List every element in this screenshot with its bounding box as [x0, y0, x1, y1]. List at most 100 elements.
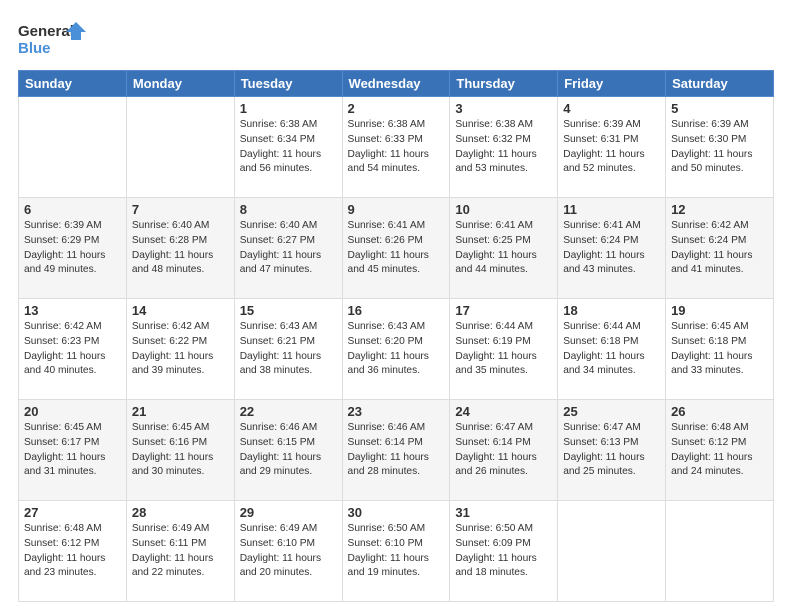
day-info: Sunrise: 6:48 AM Sunset: 6:12 PM Dayligh… — [24, 522, 121, 581]
calendar-cell: 29 Sunrise: 6:49 AM Sunset: 6:10 PM Dayli… — [234, 501, 342, 602]
day-info: Sunrise: 6:42 AM Sunset: 6:22 PM Dayligh… — [132, 320, 229, 379]
day-header-thursday: Thursday — [450, 71, 558, 97]
day-number: 12 — [671, 202, 768, 217]
calendar-cell: 8 Sunrise: 6:40 AM Sunset: 6:27 PM Daylig… — [234, 198, 342, 299]
calendar-cell: 13 Sunrise: 6:42 AM Sunset: 6:23 PM Dayli… — [19, 299, 127, 400]
day-number: 22 — [240, 404, 337, 419]
day-header-wednesday: Wednesday — [342, 71, 450, 97]
calendar-cell: 14 Sunrise: 6:42 AM Sunset: 6:22 PM Dayli… — [126, 299, 234, 400]
calendar-cell — [666, 501, 774, 602]
day-info: Sunrise: 6:47 AM Sunset: 6:13 PM Dayligh… — [563, 421, 660, 480]
calendar-cell: 20 Sunrise: 6:45 AM Sunset: 6:17 PM Dayli… — [19, 400, 127, 501]
day-number: 31 — [455, 505, 552, 520]
day-info: Sunrise: 6:44 AM Sunset: 6:18 PM Dayligh… — [563, 320, 660, 379]
calendar-cell: 26 Sunrise: 6:48 AM Sunset: 6:12 PM Dayli… — [666, 400, 774, 501]
calendar-cell: 7Sunrise: 6:40 AM Sunset: 6:28 PM Daylig… — [126, 198, 234, 299]
day-info: Sunrise: 6:40 AM Sunset: 6:28 PM Dayligh… — [132, 219, 229, 278]
day-info: Sunrise: 6:44 AM Sunset: 6:19 PM Dayligh… — [455, 320, 552, 379]
day-number: 9 — [348, 202, 445, 217]
day-number: 2 — [348, 101, 445, 116]
day-number: 5 — [671, 101, 768, 116]
day-number: 23 — [348, 404, 445, 419]
calendar-cell: 15 Sunrise: 6:43 AM Sunset: 6:21 PM Dayli… — [234, 299, 342, 400]
calendar-week-2: 6 Sunrise: 6:39 AM Sunset: 6:29 PM Daylig… — [19, 198, 774, 299]
day-info: Sunrise: 6:45 AM Sunset: 6:17 PM Dayligh… — [24, 421, 121, 480]
day-info: Sunrise: 6:38 AM Sunset: 6:32 PM Dayligh… — [455, 118, 552, 177]
logo-svg: General Blue — [18, 18, 88, 60]
day-info: Sunrise: 6:39 AM Sunset: 6:29 PM Dayligh… — [24, 219, 121, 278]
day-info: Sunrise: 6:43 AM Sunset: 6:20 PM Dayligh… — [348, 320, 445, 379]
day-info: Sunrise: 6:50 AM Sunset: 6:10 PM Dayligh… — [348, 522, 445, 581]
calendar-cell: 1Sunrise: 6:38 AM Sunset: 6:34 PM Daylig… — [234, 97, 342, 198]
day-header-tuesday: Tuesday — [234, 71, 342, 97]
calendar-cell: 12 Sunrise: 6:42 AM Sunset: 6:24 PM Dayli… — [666, 198, 774, 299]
day-info: Sunrise: 6:43 AM Sunset: 6:21 PM Dayligh… — [240, 320, 337, 379]
calendar-cell: 25Sunrise: 6:47 AM Sunset: 6:13 PM Dayli… — [558, 400, 666, 501]
day-header-sunday: Sunday — [19, 71, 127, 97]
day-info: Sunrise: 6:42 AM Sunset: 6:24 PM Dayligh… — [671, 219, 768, 278]
calendar-cell: 9 Sunrise: 6:41 AM Sunset: 6:26 PM Daylig… — [342, 198, 450, 299]
day-header-monday: Monday — [126, 71, 234, 97]
day-number: 20 — [24, 404, 121, 419]
logo: General Blue — [18, 18, 88, 60]
calendar-table: SundayMondayTuesdayWednesdayThursdayFrid… — [18, 70, 774, 602]
day-info: Sunrise: 6:38 AM Sunset: 6:34 PM Dayligh… — [240, 118, 337, 177]
day-number: 13 — [24, 303, 121, 318]
day-info: Sunrise: 6:42 AM Sunset: 6:23 PM Dayligh… — [24, 320, 121, 379]
day-info: Sunrise: 6:50 AM Sunset: 6:09 PM Dayligh… — [455, 522, 552, 581]
calendar-cell — [19, 97, 127, 198]
day-info: Sunrise: 6:45 AM Sunset: 6:18 PM Dayligh… — [671, 320, 768, 379]
day-number: 19 — [671, 303, 768, 318]
calendar-cell: 24 Sunrise: 6:47 AM Sunset: 6:14 PM Dayli… — [450, 400, 558, 501]
day-number: 4 — [563, 101, 660, 116]
calendar-week-1: 1Sunrise: 6:38 AM Sunset: 6:34 PM Daylig… — [19, 97, 774, 198]
day-number: 24 — [455, 404, 552, 419]
day-number: 27 — [24, 505, 121, 520]
day-number: 11 — [563, 202, 660, 217]
calendar-cell: 28Sunrise: 6:49 AM Sunset: 6:11 PM Dayli… — [126, 501, 234, 602]
calendar-cell: 5 Sunrise: 6:39 AM Sunset: 6:30 PM Daylig… — [666, 97, 774, 198]
calendar-week-3: 13 Sunrise: 6:42 AM Sunset: 6:23 PM Dayli… — [19, 299, 774, 400]
day-info: Sunrise: 6:40 AM Sunset: 6:27 PM Dayligh… — [240, 219, 337, 278]
page: General Blue SundayMondayTuesdayWednesda… — [0, 0, 792, 612]
day-info: Sunrise: 6:38 AM Sunset: 6:33 PM Dayligh… — [348, 118, 445, 177]
calendar-cell: 10Sunrise: 6:41 AM Sunset: 6:25 PM Dayli… — [450, 198, 558, 299]
calendar-cell: 6 Sunrise: 6:39 AM Sunset: 6:29 PM Daylig… — [19, 198, 127, 299]
day-number: 17 — [455, 303, 552, 318]
day-info: Sunrise: 6:41 AM Sunset: 6:24 PM Dayligh… — [563, 219, 660, 278]
day-number: 8 — [240, 202, 337, 217]
day-number: 26 — [671, 404, 768, 419]
day-number: 3 — [455, 101, 552, 116]
header: General Blue — [18, 18, 774, 60]
calendar-week-4: 20 Sunrise: 6:45 AM Sunset: 6:17 PM Dayli… — [19, 400, 774, 501]
day-number: 15 — [240, 303, 337, 318]
day-number: 30 — [348, 505, 445, 520]
day-info: Sunrise: 6:48 AM Sunset: 6:12 PM Dayligh… — [671, 421, 768, 480]
calendar-cell: 4 Sunrise: 6:39 AM Sunset: 6:31 PM Daylig… — [558, 97, 666, 198]
svg-text:General: General — [18, 23, 74, 40]
day-info: Sunrise: 6:39 AM Sunset: 6:31 PM Dayligh… — [563, 118, 660, 177]
calendar-cell: 21Sunrise: 6:45 AM Sunset: 6:16 PM Dayli… — [126, 400, 234, 501]
day-info: Sunrise: 6:45 AM Sunset: 6:16 PM Dayligh… — [132, 421, 229, 480]
day-info: Sunrise: 6:46 AM Sunset: 6:15 PM Dayligh… — [240, 421, 337, 480]
day-number: 16 — [348, 303, 445, 318]
day-number: 6 — [24, 202, 121, 217]
day-info: Sunrise: 6:49 AM Sunset: 6:10 PM Dayligh… — [240, 522, 337, 581]
day-header-saturday: Saturday — [666, 71, 774, 97]
calendar-cell — [126, 97, 234, 198]
day-number: 29 — [240, 505, 337, 520]
calendar-cell: 11 Sunrise: 6:41 AM Sunset: 6:24 PM Dayli… — [558, 198, 666, 299]
day-info: Sunrise: 6:49 AM Sunset: 6:11 PM Dayligh… — [132, 522, 229, 581]
calendar-cell: 30 Sunrise: 6:50 AM Sunset: 6:10 PM Dayli… — [342, 501, 450, 602]
svg-text:Blue: Blue — [18, 40, 51, 57]
calendar-cell: 3 Sunrise: 6:38 AM Sunset: 6:32 PM Daylig… — [450, 97, 558, 198]
calendar-cell: 18 Sunrise: 6:44 AM Sunset: 6:18 PM Dayli… — [558, 299, 666, 400]
day-number: 18 — [563, 303, 660, 318]
calendar-cell: 31 Sunrise: 6:50 AM Sunset: 6:09 PM Dayli… — [450, 501, 558, 602]
day-number: 14 — [132, 303, 229, 318]
day-info: Sunrise: 6:41 AM Sunset: 6:26 PM Dayligh… — [348, 219, 445, 278]
day-info: Sunrise: 6:41 AM Sunset: 6:25 PM Dayligh… — [455, 219, 552, 278]
calendar-header-row: SundayMondayTuesdayWednesdayThursdayFrid… — [19, 71, 774, 97]
day-info: Sunrise: 6:47 AM Sunset: 6:14 PM Dayligh… — [455, 421, 552, 480]
day-info: Sunrise: 6:39 AM Sunset: 6:30 PM Dayligh… — [671, 118, 768, 177]
